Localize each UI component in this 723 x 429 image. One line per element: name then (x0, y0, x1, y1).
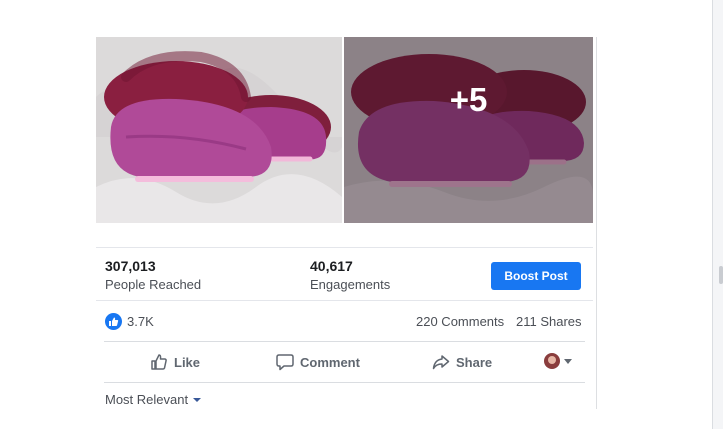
like-reaction-icon[interactable] (105, 313, 122, 330)
scrollbar-thumb[interactable] (719, 266, 723, 284)
post-as-selector[interactable] (544, 353, 572, 369)
caret-down-icon (193, 397, 202, 402)
sort-label: Most Relevant (105, 392, 189, 407)
share-label: Share (456, 354, 493, 370)
people-reached-value: 307,013 (105, 258, 156, 274)
comment-bubble-icon (276, 354, 294, 371)
more-photos-count[interactable]: +5 (344, 81, 593, 119)
shares-count-link[interactable]: 211 Shares (516, 314, 582, 329)
like-button[interactable]: Like (150, 342, 200, 382)
boost-post-button[interactable]: Boost Post (491, 262, 581, 290)
avatar (544, 353, 560, 369)
chevron-down-icon (564, 358, 572, 364)
comments-count-link[interactable]: 220 Comments (416, 314, 504, 329)
slipper-photo[interactable] (96, 37, 342, 223)
share-button[interactable]: Share (432, 342, 492, 382)
engagements-stat: 40,617 Engagements (310, 257, 390, 294)
comment-sort-dropdown[interactable]: Most Relevant (105, 392, 202, 407)
people-reached-stat: 307,013 People Reached (105, 257, 201, 294)
reaction-count[interactable]: 3.7K (127, 314, 154, 329)
people-reached-label: People Reached (105, 277, 202, 292)
reactions-bar: 3.7K 220 Comments 211 Shares (96, 300, 593, 341)
slipper-photo-overlay[interactable]: +5 (344, 37, 593, 223)
post-insights: 307,013 People Reached 40,617 Engagement… (96, 247, 593, 300)
right-panel-edge (712, 0, 723, 429)
comment-label: Comment (300, 354, 360, 370)
photo-grid: +5 (96, 37, 593, 223)
post-card: +5 307,013 People Reached 40,617 Engagem… (96, 37, 597, 409)
post-actions: Like Comment Share (104, 341, 585, 383)
comment-button[interactable]: Comment (276, 342, 360, 382)
like-label: Like (174, 354, 201, 370)
engagements-label: Engagements (310, 277, 391, 292)
share-arrow-icon (432, 355, 450, 370)
photo-overlay-dim (344, 37, 593, 223)
engagements-value: 40,617 (310, 258, 353, 274)
thumbs-up-icon (151, 354, 167, 370)
